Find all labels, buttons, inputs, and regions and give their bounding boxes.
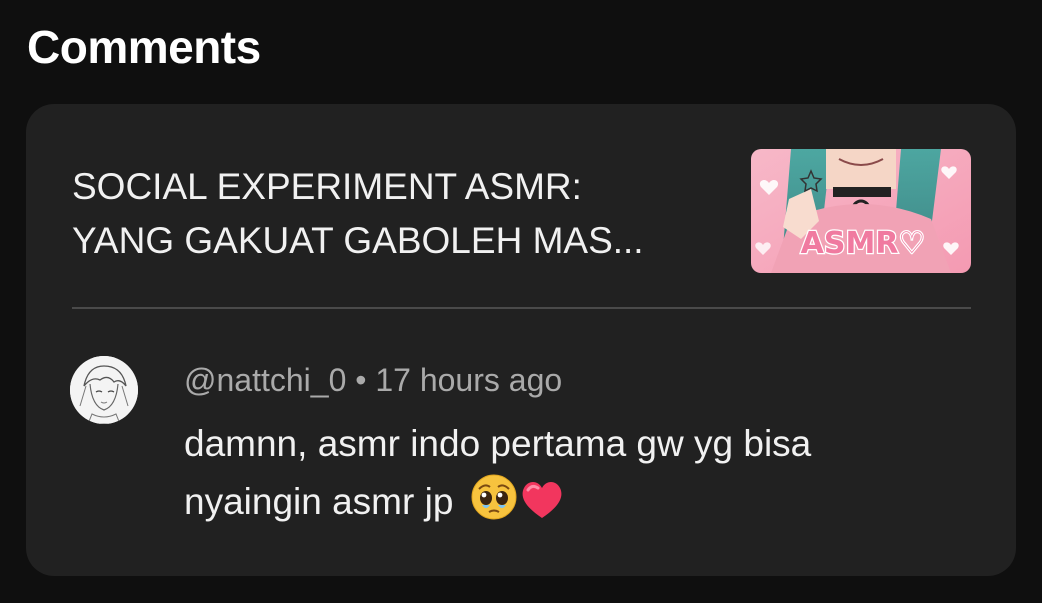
video-title[interactable]: SOCIAL EXPERIMENT ASMR: YANG GAKUAT GABO… <box>72 160 712 268</box>
comment-author[interactable]: @nattchi_0 <box>184 362 346 398</box>
video-thumbnail[interactable]: ASMR♡ <box>751 149 971 273</box>
divider <box>72 307 971 309</box>
thumbnail-text: ASMR♡ <box>801 226 926 261</box>
emoji-group <box>470 472 566 538</box>
comment-text: damnn, asmr indo pertama gw yg bisa nyai… <box>184 416 974 538</box>
comment-text-line-2: nyaingin asmr jp <box>184 481 454 522</box>
section-title: Comments <box>27 21 261 73</box>
pleading-face-emoji <box>471 474 517 520</box>
video-title-line-1: SOCIAL EXPERIMENT ASMR: <box>72 166 582 207</box>
video-title-line-2: YANG GAKUAT GABOLEH MAS... <box>72 220 644 261</box>
avatar[interactable] <box>70 356 138 424</box>
comment-time: 17 hours ago <box>375 362 563 398</box>
heart-emoji <box>522 482 562 518</box>
comment-meta: @nattchi_0 • 17 hours ago <box>184 360 562 400</box>
meta-separator: • <box>355 362 367 398</box>
comment-card[interactable]: SOCIAL EXPERIMENT ASMR: YANG GAKUAT GABO… <box>26 104 1016 576</box>
comment-text-line-1: damnn, asmr indo pertama gw yg bisa <box>184 423 812 464</box>
